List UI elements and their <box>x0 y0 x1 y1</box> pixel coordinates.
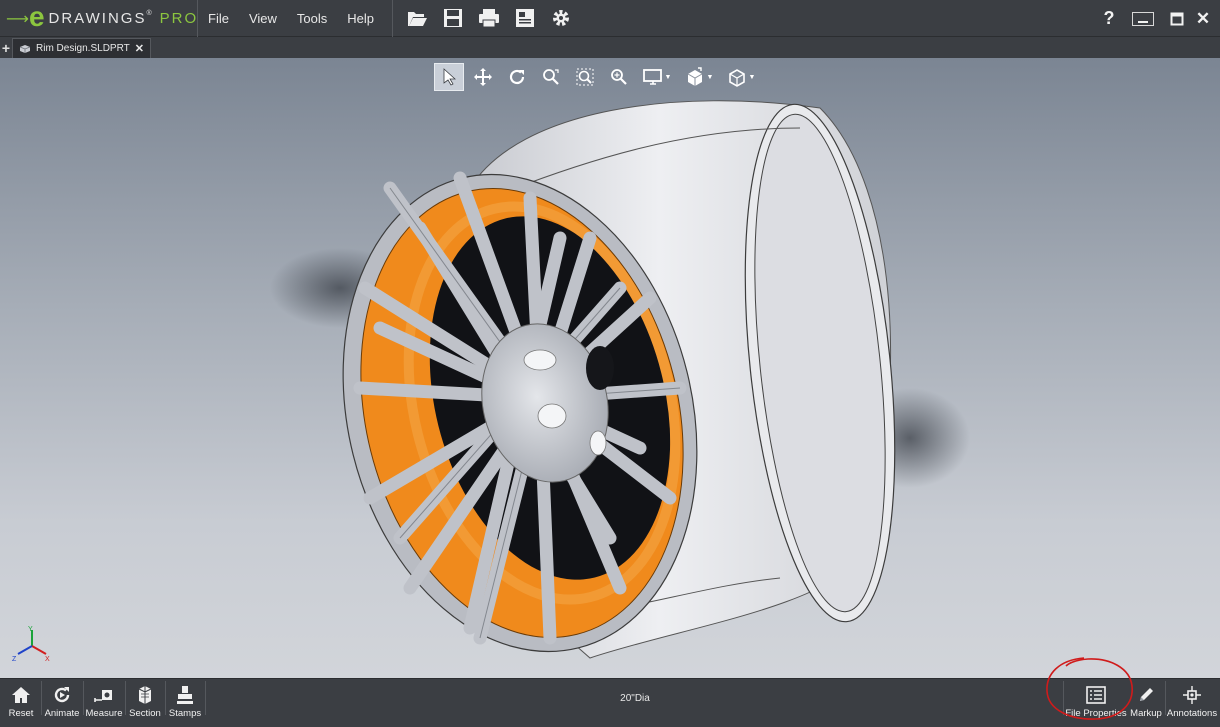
menu-bar: File View Tools Help <box>198 0 394 37</box>
triad-x-label: X <box>45 656 50 663</box>
measure-button[interactable]: Measure <box>86 679 122 719</box>
divider <box>41 681 42 715</box>
menu-tools[interactable]: Tools <box>287 11 337 26</box>
stamps-label: Stamps <box>168 708 202 719</box>
new-tab-button[interactable]: + <box>0 38 12 58</box>
part-file-icon <box>19 44 31 53</box>
section-label: Section <box>129 708 161 719</box>
minimize-icon <box>1138 20 1148 23</box>
stamps-icon <box>177 686 193 704</box>
menu-view[interactable]: View <box>239 11 287 26</box>
file-properties-button[interactable]: File Properties <box>1065 679 1127 719</box>
print-button[interactable] <box>471 3 507 33</box>
settings-icon <box>553 10 570 26</box>
animate-label: Animate <box>44 708 80 719</box>
maximize-button[interactable] <box>1164 7 1190 31</box>
settings-button[interactable] <box>543 3 579 33</box>
divider <box>1165 681 1166 715</box>
home-icon <box>12 687 30 703</box>
logo-trademark: ® <box>146 9 152 17</box>
tab-rim-design[interactable]: Rim Design.SLDPRT ✕ <box>12 38 151 58</box>
open-icon <box>408 8 428 26</box>
window-controls: ? ✕ <box>1096 0 1220 37</box>
measure-icon <box>94 690 112 702</box>
save-icon <box>444 9 463 27</box>
save-button[interactable] <box>435 3 471 33</box>
file-properties-icon <box>1086 686 1106 704</box>
tab-label: Rim Design.SLDPRT <box>36 43 130 54</box>
print-icon <box>479 9 500 28</box>
markup-button[interactable]: Markup <box>1130 679 1162 719</box>
edrawings-logo: ⟶ e DRAWINGS ® PRO <box>0 0 198 37</box>
logo-edition: PRO <box>159 9 199 27</box>
triad-y-label: Y <box>28 626 33 633</box>
annotations-icon <box>1183 686 1201 704</box>
divider <box>165 681 166 715</box>
animate-button[interactable]: Animate <box>44 679 80 719</box>
3d-viewport[interactable]: ▼ ▼ ▼ Y X Z <box>0 58 1220 678</box>
publish-icon <box>516 9 535 27</box>
logo-e: e <box>28 0 45 32</box>
stamps-button[interactable]: Stamps <box>168 679 202 719</box>
divider <box>125 681 126 715</box>
file-properties-label: File Properties <box>1065 708 1127 719</box>
markup-label: Markup <box>1130 708 1162 719</box>
section-button[interactable]: Section <box>128 679 162 719</box>
rim-model[interactable] <box>260 68 980 668</box>
triad-z-label: Z <box>12 656 17 663</box>
annotations-button[interactable]: Annotations <box>1166 679 1218 719</box>
status-text: 20"Dia <box>620 693 650 704</box>
publish-button[interactable] <box>507 3 543 33</box>
divider <box>83 681 84 715</box>
measure-label: Measure <box>85 708 123 719</box>
open-button[interactable] <box>399 3 435 33</box>
logo-name: DRAWINGS <box>48 9 147 27</box>
menu-help[interactable]: Help <box>337 11 384 26</box>
close-tab-icon[interactable]: ✕ <box>135 42 144 55</box>
bottom-toolbar: Reset Animate Measure Section Stamps 20"… <box>0 678 1220 727</box>
close-window-button[interactable]: ✕ <box>1190 7 1216 31</box>
minimize-button[interactable] <box>1132 11 1154 26</box>
menu-file[interactable]: File <box>198 11 239 26</box>
axis-triad: Y X Z <box>12 626 50 663</box>
pencil-icon <box>1140 688 1153 701</box>
quick-access-toolbar <box>393 0 579 37</box>
maximize-icon <box>1170 12 1184 25</box>
logo-arrow-icon: ⟶ <box>6 8 29 28</box>
divider <box>205 681 206 715</box>
reset-label: Reset <box>8 708 34 719</box>
animate-icon <box>54 687 70 703</box>
section-icon <box>138 686 152 704</box>
help-button[interactable]: ? <box>1096 7 1122 31</box>
annotations-label: Annotations <box>1166 708 1218 719</box>
document-tab-bar: + Rim Design.SLDPRT ✕ <box>0 38 1220 58</box>
edrawings-window: ⟶ e DRAWINGS ® PRO File View Tools Help <box>0 0 1220 727</box>
title-bar: ⟶ e DRAWINGS ® PRO File View Tools Help <box>0 0 1220 37</box>
reset-button[interactable]: Reset <box>4 679 38 719</box>
divider <box>1063 681 1064 715</box>
